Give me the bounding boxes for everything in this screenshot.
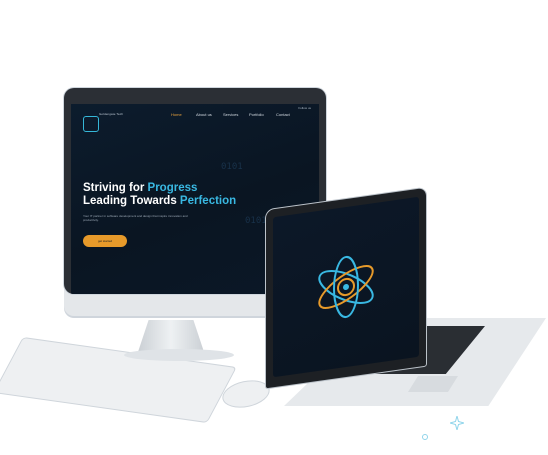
circuit-binary-text: 0101 — [221, 162, 243, 172]
nav-contacts[interactable]: Follow us — [298, 106, 311, 110]
headline-line2-prefix: Leading Towards — [83, 195, 180, 207]
laptop-lid — [266, 187, 426, 389]
atom-logo-icon — [318, 255, 374, 319]
monitor-stand-base — [124, 349, 234, 361]
site-navbar: Goldengate Tech Home About us Services P… — [71, 104, 319, 132]
nav-item-home[interactable]: Home — [171, 112, 182, 117]
headline-line1-accent: Progress — [147, 182, 198, 194]
nav-item-services[interactable]: Services — [223, 112, 238, 117]
decorative-dot — [422, 434, 428, 440]
sparkle-icon — [450, 416, 464, 430]
nav-item-about[interactable]: About us — [196, 112, 212, 117]
nav-item-portfolio[interactable]: Portfolio — [249, 112, 264, 117]
hero-headline: Striving for Progress Leading Towards Pe… — [83, 182, 236, 208]
headline-line2-accent: Perfection — [179, 195, 237, 207]
get-started-button[interactable]: get started — [83, 235, 127, 247]
nav-item-contact[interactable]: Contact — [276, 112, 290, 117]
device-mockup-scene: 0101 0101 Goldengate Tech Home About us … — [0, 0, 548, 455]
circuit-binary-text: 0101 — [245, 216, 267, 226]
site-logo-icon[interactable] — [83, 116, 99, 132]
site-logo-text: Goldengate Tech — [99, 112, 124, 116]
laptop-screen — [273, 196, 419, 378]
hero-subtext: Your IT partner in software development … — [83, 214, 188, 222]
headline-line1-prefix: Striving for — [83, 182, 148, 194]
